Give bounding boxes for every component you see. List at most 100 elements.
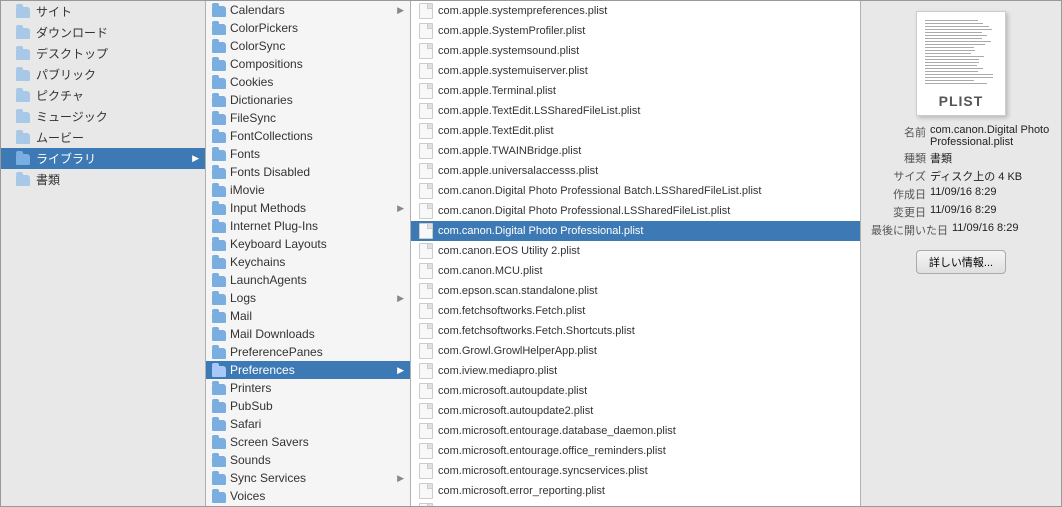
- file-label: com.fetchsoftworks.Fetch.plist: [438, 305, 585, 317]
- folder-item-compositions[interactable]: Compositions: [206, 55, 410, 73]
- file-item[interactable]: com.fetchsoftworks.Fetch.plist: [411, 301, 860, 321]
- file-item[interactable]: com.microsoft.autoupdate.plist: [411, 381, 860, 401]
- details-button[interactable]: 詳しい情報...: [916, 250, 1006, 274]
- file-item[interactable]: com.fetchsoftworks.Fetch.Shortcuts.plist: [411, 321, 860, 341]
- file-item[interactable]: com.iview.mediapro.plist: [411, 361, 860, 381]
- folder-item-fonts[interactable]: Fonts: [206, 145, 410, 163]
- folder-item-safari[interactable]: Safari: [206, 415, 410, 433]
- folder-item-screen-savers[interactable]: Screen Savers: [206, 433, 410, 451]
- folder-item-widgets[interactable]: Widgets: [206, 505, 410, 506]
- sidebar-item-ミュージック[interactable]: ミュージック: [1, 106, 205, 127]
- folder-item-pubsub[interactable]: PubSub: [206, 397, 410, 415]
- folder-item-internet-plug-ins[interactable]: Internet Plug-Ins: [206, 217, 410, 235]
- folder-item-preferences[interactable]: Preferences▶: [206, 361, 410, 379]
- folder-icon: [212, 454, 230, 467]
- folder-item-label: Sounds: [230, 453, 404, 467]
- file-item[interactable]: com.apple.systemsound.plist: [411, 41, 860, 61]
- folder-item-label: Printers: [230, 381, 404, 395]
- file-item[interactable]: com.apple.universalaccesss.plist: [411, 161, 860, 181]
- info-val-name: com.canon.Digital Photo Professional.pli…: [930, 124, 1051, 148]
- file-label: com.canon.Digital Photo Professional.LSS…: [438, 205, 730, 217]
- folder-icon: [15, 151, 31, 167]
- file-item[interactable]: com.apple.TextEdit.plist: [411, 121, 860, 141]
- sidebar-item-デスクトップ[interactable]: デスクトップ: [1, 43, 205, 64]
- folder-item-keyboard-layouts[interactable]: Keyboard Layouts: [206, 235, 410, 253]
- folder-item-label: Compositions: [230, 57, 404, 71]
- preview-line: [925, 29, 992, 30]
- sidebar-item-ダウンロード[interactable]: ダウンロード: [1, 22, 205, 43]
- file-item[interactable]: com.canon.Digital Photo Professional Bat…: [411, 181, 860, 201]
- file-item[interactable]: com.apple.SystemProfiler.plist: [411, 21, 860, 41]
- file-icon: [419, 443, 433, 459]
- file-item[interactable]: com.apple.TWAINBridge.plist: [411, 141, 860, 161]
- file-item[interactable]: com.epson.scan.standalone.plist: [411, 281, 860, 301]
- folder-item-imovie[interactable]: iMovie: [206, 181, 410, 199]
- file-item[interactable]: com.microsoft.entourage.syncservices.pli…: [411, 461, 860, 481]
- file-item[interactable]: com.microsoft.autoupdate2.plist: [411, 401, 860, 421]
- file-item[interactable]: com.microsoft.error_reporting.plist: [411, 481, 860, 501]
- file-item[interactable]: com.microsoft.entourage.database_daemon.…: [411, 421, 860, 441]
- sidebar-item-サイト[interactable]: サイト: [1, 1, 205, 22]
- preview-line: [925, 56, 984, 57]
- finder-window: サイトダウンロードデスクトップパブリックピクチャミュージックムービーライブラリ▶…: [0, 0, 1062, 507]
- sidebar-item-ムービー[interactable]: ムービー: [1, 127, 205, 148]
- folder-item-mail[interactable]: Mail: [206, 307, 410, 325]
- file-item[interactable]: com.canon.MCU.plist: [411, 261, 860, 281]
- folder-arrow-icon: ▶: [397, 293, 404, 304]
- preview-line: [925, 41, 991, 42]
- file-item[interactable]: com.apple.TextEdit.LSSharedFileList.plis…: [411, 101, 860, 121]
- folder-item-dictionaries[interactable]: Dictionaries: [206, 91, 410, 109]
- folder-item-voices[interactable]: Voices: [206, 487, 410, 505]
- folder-item-label: Input Methods: [230, 201, 397, 215]
- info-row-opened: 最後に開いた日 11/09/16 8:29: [871, 222, 1051, 238]
- folder-icon: [212, 22, 230, 35]
- file-icon: [419, 483, 433, 499]
- folder-item-logs[interactable]: Logs▶: [206, 289, 410, 307]
- folder-item-colorpickers[interactable]: ColorPickers: [206, 19, 410, 37]
- preview-line: [925, 23, 983, 24]
- folder-item-cookies[interactable]: Cookies: [206, 73, 410, 91]
- info-key-type: 種類: [871, 150, 926, 166]
- folder-icon: [212, 436, 230, 449]
- file-icon: [419, 363, 433, 379]
- folder-item-keychains[interactable]: Keychains: [206, 253, 410, 271]
- file-pane: com.apple.systempreferences.plistcom.app…: [411, 1, 861, 506]
- file-item[interactable]: com.apple.systemuiserver.plist: [411, 61, 860, 81]
- file-item[interactable]: com.apple.Terminal.plist: [411, 81, 860, 101]
- folder-item-launchagents[interactable]: LaunchAgents: [206, 271, 410, 289]
- file-item[interactable]: com.Growl.GrowlHelperApp.plist: [411, 341, 860, 361]
- file-item[interactable]: com.apple.systempreferences.plist: [411, 1, 860, 21]
- file-item[interactable]: com.microsoft.Excel.plist: [411, 501, 860, 506]
- folder-item-label: Screen Savers: [230, 435, 404, 449]
- sidebar-item-パブリック[interactable]: パブリック: [1, 64, 205, 85]
- folder-item-filesync[interactable]: FileSync: [206, 109, 410, 127]
- folder-item-input-methods[interactable]: Input Methods▶: [206, 199, 410, 217]
- folder-item-mail-downloads[interactable]: Mail Downloads: [206, 325, 410, 343]
- file-item[interactable]: com.canon.Digital Photo Professional.LSS…: [411, 201, 860, 221]
- folder-item-fontcollections[interactable]: FontCollections: [206, 127, 410, 145]
- folder-item-printers[interactable]: Printers: [206, 379, 410, 397]
- folder-arrow-icon: ▶: [397, 473, 404, 484]
- file-icon: [419, 503, 433, 506]
- folder-icon: [15, 25, 31, 41]
- sidebar-item-ピクチャ[interactable]: ピクチャ: [1, 85, 205, 106]
- folder-item-colorsync[interactable]: ColorSync: [206, 37, 410, 55]
- folder-item-fonts-disabled[interactable]: Fonts Disabled: [206, 163, 410, 181]
- info-key-name: 名前: [871, 124, 926, 148]
- file-item[interactable]: com.microsoft.entourage.office_reminders…: [411, 441, 860, 461]
- file-label: com.canon.MCU.plist: [438, 265, 543, 277]
- sidebar-item-ライブラリ[interactable]: ライブラリ▶: [1, 148, 205, 169]
- folder-item-calendars[interactable]: Calendars▶: [206, 1, 410, 19]
- sidebar-arrow-icon: ▶: [192, 153, 199, 164]
- sidebar-item-label: ダウンロード: [36, 24, 199, 41]
- folder-item-preferencepanes[interactable]: PreferencePanes: [206, 343, 410, 361]
- preview-line: [925, 44, 985, 45]
- file-item[interactable]: com.canon.Digital Photo Professional.pli…: [411, 221, 860, 241]
- folder-item-sync-services[interactable]: Sync Services▶: [206, 469, 410, 487]
- folder-icon: [212, 472, 230, 485]
- file-item[interactable]: com.canon.EOS Utility 2.plist: [411, 241, 860, 261]
- file-label: com.canon.Digital Photo Professional Bat…: [438, 185, 761, 197]
- info-key-created: 作成日: [871, 186, 926, 202]
- sidebar-item-書類[interactable]: 書類: [1, 169, 205, 190]
- folder-item-sounds[interactable]: Sounds: [206, 451, 410, 469]
